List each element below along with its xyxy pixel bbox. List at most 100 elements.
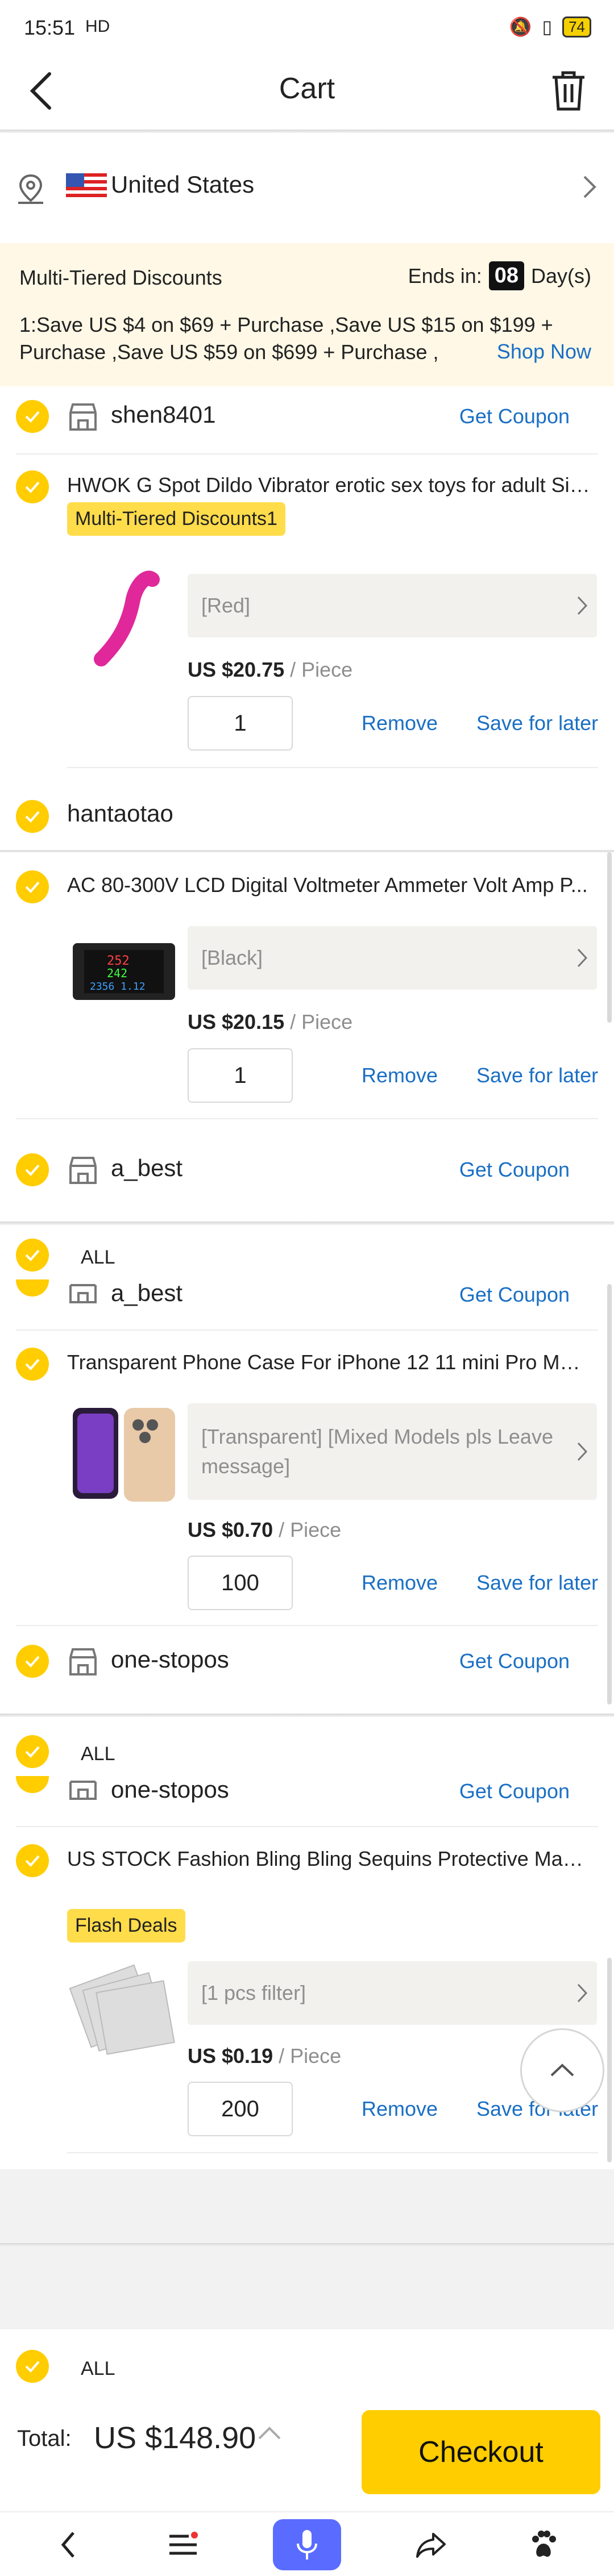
store-name[interactable]: hantaotao	[67, 800, 173, 827]
quantity-input[interactable]: 200	[188, 2082, 293, 2136]
back-arrow-icon	[61, 2532, 74, 2558]
quantity-input[interactable]: 1	[188, 696, 293, 751]
days-unit: Day(s)	[531, 264, 591, 287]
product-checkbox[interactable]	[16, 1844, 49, 1877]
product-title[interactable]: Transparent Phone Case For iPhone 12 11 …	[67, 1350, 590, 1374]
price: US $20.75 / Piece	[188, 658, 352, 682]
sku-selector[interactable]: [Transparent] [Mixed Models pls Leave me…	[188, 1403, 597, 1500]
product-title[interactable]: US STOCK Fashion Bling Bling Sequins Pro…	[67, 1847, 590, 1871]
shop-now-link[interactable]: Shop Now	[497, 340, 591, 364]
save-for-later-link[interactable]: Save for later	[476, 711, 598, 735]
select-all-label: ALL	[81, 1743, 115, 1765]
price-unit: / Piece	[273, 2044, 342, 2068]
price-unit: / Piece	[273, 1518, 342, 1541]
sku-selector[interactable]: [1 pcs filter]	[188, 1961, 597, 2025]
scrollbar[interactable]	[607, 1284, 612, 1704]
store-name[interactable]: a_best	[111, 1279, 182, 1307]
store-checkbox[interactable]	[16, 1279, 49, 1297]
mic-icon	[297, 2530, 317, 2560]
store-section-one-stopos: ALL one-stopos Get Coupon US STOCK Fashi…	[0, 1731, 614, 2162]
product-image[interactable]	[67, 562, 181, 676]
promo-tag: Multi-Tiered Discounts1	[67, 502, 285, 536]
store-checkbox[interactable]	[16, 1153, 49, 1186]
mute-icon: 🔕	[509, 16, 532, 37]
price: US $20.15 / Piece	[188, 1010, 352, 1034]
product-image[interactable]	[67, 1397, 181, 1510]
save-for-later-link[interactable]: Save for later	[476, 1064, 598, 1087]
status-time: 15:51	[24, 16, 76, 39]
store-name[interactable]: one-stopos	[111, 1646, 229, 1673]
store-section-shen8401: shen8401 Get Coupon HWOK G Spot Dildo Vi…	[0, 386, 614, 773]
nav-menu-button[interactable]	[149, 2519, 217, 2570]
store-section-hantaotao: hantaotao AC 80-300V LCD Digital Voltmet…	[0, 773, 614, 1136]
select-all-checkbox[interactable]	[16, 1735, 49, 1768]
sku-selector[interactable]: [Black]	[188, 926, 597, 990]
checkout-bar: ALL Total: US $148.90 Checkout	[0, 2329, 614, 2511]
chevron-up-icon[interactable]	[257, 2425, 282, 2442]
banner-title: Multi-Tiered Discounts	[19, 266, 222, 289]
store-checkbox[interactable]	[16, 800, 49, 833]
quantity-input[interactable]: 1	[188, 1048, 293, 1103]
store-checkbox[interactable]	[16, 1776, 49, 1793]
divider	[16, 1625, 598, 1626]
store-name[interactable]: shen8401	[111, 401, 216, 428]
status-icons: 🔕 ▯ 74	[509, 16, 591, 37]
nav-assistant-button[interactable]	[509, 2519, 578, 2570]
discount-banner: Multi-Tiered Discounts Ends in: 08 Day(s…	[0, 243, 614, 386]
remove-link[interactable]: Remove	[362, 1064, 438, 1087]
get-coupon-link[interactable]: Get Coupon	[459, 1779, 570, 1803]
get-coupon-link[interactable]: Get Coupon	[459, 1649, 570, 1673]
select-all-checkbox[interactable]	[16, 2350, 49, 2383]
select-all-label: ALL	[81, 1247, 115, 1268]
ship-to-row[interactable]: United States	[0, 145, 614, 227]
store-checkbox[interactable]	[16, 400, 49, 433]
get-coupon-link[interactable]: Get Coupon	[459, 1158, 570, 1182]
divider	[67, 2152, 598, 2153]
product-checkbox[interactable]	[16, 470, 49, 503]
store-icon	[69, 1781, 97, 1800]
store-checkbox[interactable]	[16, 1645, 49, 1678]
checkout-button[interactable]: Checkout	[362, 2410, 600, 2494]
product-checkbox[interactable]	[16, 1348, 49, 1381]
delete-button[interactable]	[540, 62, 597, 119]
product-image[interactable]	[67, 1958, 181, 2071]
flash-deals-tag: Flash Deals	[67, 1909, 185, 1943]
sku-value: [Black]	[201, 946, 263, 969]
price-value: US $20.75	[188, 658, 285, 681]
product-title[interactable]: HWOK G Spot Dildo Vibrator erotic sex to…	[67, 473, 590, 497]
us-flag-icon	[66, 173, 107, 199]
get-coupon-link[interactable]: Get Coupon	[459, 1283, 570, 1307]
vibrate-icon: ▯	[542, 16, 553, 37]
product-checkbox[interactable]	[16, 870, 49, 903]
store-name[interactable]: a_best	[111, 1154, 182, 1182]
quantity-input[interactable]: 100	[188, 1556, 293, 1610]
product-title[interactable]: AC 80-300V LCD Digital Voltmeter Ammeter…	[67, 873, 590, 897]
check-icon	[25, 1746, 40, 1758]
divider	[0, 850, 614, 852]
price-value: US $20.15	[188, 1010, 285, 1033]
select-all-checkbox[interactable]	[16, 1239, 49, 1272]
system-nav-bar	[0, 2511, 614, 2576]
battery-icon: 74	[562, 16, 591, 37]
store-icon	[69, 1157, 97, 1184]
status-bar: 15:51 HD 🔕 ▯ 74	[0, 0, 614, 57]
save-for-later-link[interactable]: Save for later	[476, 1571, 598, 1595]
remove-link[interactable]: Remove	[362, 711, 438, 735]
store-name[interactable]: one-stopos	[111, 1776, 229, 1803]
check-icon	[25, 1656, 40, 1668]
remove-link[interactable]: Remove	[362, 1571, 438, 1595]
scrollbar[interactable]	[607, 852, 612, 1023]
sku-value: [Red]	[201, 594, 251, 617]
nav-share-button[interactable]	[397, 2519, 465, 2570]
nav-voice-button[interactable]	[273, 2519, 341, 2570]
divider	[67, 767, 598, 768]
scroll-to-top-button[interactable]	[520, 2028, 604, 2112]
share-icon	[416, 2533, 446, 2558]
sku-selector[interactable]: [Red]	[188, 574, 597, 637]
nav-back-button[interactable]	[34, 2519, 102, 2570]
check-icon	[25, 1164, 40, 1176]
product-image[interactable]: 252 242 2356 1.12	[67, 915, 181, 1028]
remove-link[interactable]: Remove	[362, 2097, 438, 2121]
get-coupon-link[interactable]: Get Coupon	[459, 405, 570, 428]
scrollbar[interactable]	[607, 1958, 612, 2162]
